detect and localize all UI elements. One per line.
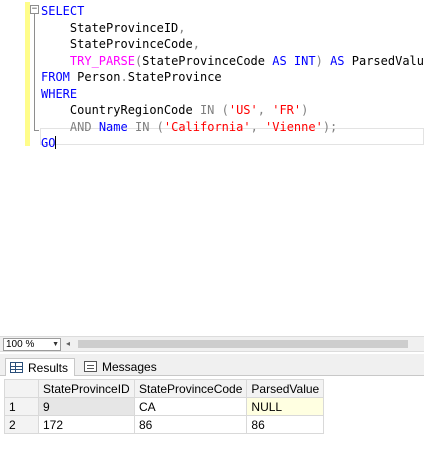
code-token: StateProvinceID	[41, 20, 179, 35]
zoom-value: 100 %	[6, 339, 35, 350]
code-token: AS	[330, 53, 345, 68]
code-token: WHERE	[41, 86, 78, 101]
grid-cell[interactable]: NULL	[246, 397, 325, 416]
code-token: FROM	[41, 70, 70, 84]
code-token: Person	[69, 70, 121, 84]
code-token: ,	[250, 119, 266, 134]
messages-icon	[84, 361, 97, 372]
outline-line	[34, 14, 35, 130]
column-header[interactable]: StateProvinceID	[38, 379, 135, 398]
text-caret	[55, 136, 57, 149]
code-line[interactable]: GO	[41, 135, 424, 152]
code-token: 'Vienne'	[265, 119, 323, 134]
code-token: )	[315, 53, 323, 68]
grid-cell[interactable]: 172	[38, 415, 135, 434]
query-editor[interactable]: − SELECT StateProvinceID, StateProvinceC…	[0, 0, 424, 336]
code-line[interactable]: StateProvinceID,	[41, 20, 424, 37]
code-token: TRY_PARSE	[69, 53, 135, 68]
code-token: AS	[272, 53, 287, 68]
results-grid[interactable]: StateProvinceID StateProvinceCode Parsed…	[4, 379, 325, 434]
collapse-icon[interactable]: −	[30, 5, 39, 14]
code-token: IN	[199, 103, 215, 117]
results-pane: Results Messages StateProvinceID StatePr…	[0, 352, 424, 457]
grid-icon	[10, 362, 23, 373]
scrollbar-thumb[interactable]	[78, 340, 408, 348]
code-token: ,	[257, 103, 273, 117]
zoom-select[interactable]: 100 % ▼	[3, 338, 61, 351]
tab-results-label: Results	[28, 361, 69, 375]
code-token: INT	[293, 53, 316, 68]
change-tracking-bar	[25, 2, 30, 146]
horizontal-scrollbar[interactable]: ◂	[66, 339, 422, 349]
code-token: StateProvinceCode	[41, 37, 193, 51]
code-token: 'US'	[228, 103, 258, 117]
table-row: 2 172 86 86	[4, 415, 325, 434]
column-header[interactable]: StateProvinceCode	[133, 379, 248, 398]
grid-cell[interactable]: 86	[246, 415, 325, 434]
code-token: GO	[41, 136, 56, 150]
row-number[interactable]: 2	[4, 415, 39, 434]
code-token: SELECT	[41, 4, 85, 18]
code-token: ParsedValue	[344, 53, 424, 68]
code-token: 'California'	[163, 119, 251, 134]
code-line[interactable]: FROM Person.StateProvince	[41, 69, 424, 86]
sql-code[interactable]: SELECT StateProvinceID, StateProvinceCod…	[41, 3, 424, 152]
outline-tick	[34, 130, 39, 131]
tab-messages-label: Messages	[102, 360, 157, 374]
editor-gutter	[0, 0, 25, 336]
table-row: 1 9 CA NULL	[4, 397, 325, 416]
code-token: 'FR'	[272, 103, 302, 117]
zoom-bar: 100 % ▼ ◂	[0, 336, 424, 352]
code-token: Name	[98, 119, 128, 134]
chevron-down-icon: ▼	[52, 341, 59, 348]
code-token: AND	[69, 119, 92, 134]
grid-cell[interactable]: 86	[133, 415, 248, 434]
code-line[interactable]: WHERE	[41, 86, 424, 103]
code-line[interactable]: StateProvinceCode,	[41, 36, 424, 53]
scroll-left-icon[interactable]: ◂	[66, 339, 70, 349]
code-token: CountryRegionCode	[41, 103, 200, 117]
code-token: )	[301, 103, 309, 117]
code-line[interactable]: AND Name IN ('California', 'Vienne');	[41, 119, 424, 136]
grid-header-row: StateProvinceID StateProvinceCode Parsed…	[4, 379, 325, 398]
code-token: ,	[178, 20, 186, 35]
code-token: StateProvinceCode	[142, 53, 273, 68]
code-token: StateProvince	[127, 70, 222, 84]
code-token: (	[149, 119, 164, 134]
code-token: ,	[192, 37, 200, 51]
results-tabbar: Results Messages	[0, 354, 424, 376]
grid-cell[interactable]: CA	[133, 397, 248, 416]
code-token: IN	[134, 119, 150, 134]
code-token: (	[214, 103, 229, 117]
code-token: );	[322, 119, 338, 134]
grid-corner[interactable]	[4, 379, 39, 398]
tab-messages[interactable]: Messages	[80, 358, 157, 376]
tab-results[interactable]: Results	[5, 358, 75, 376]
row-number[interactable]: 1	[4, 397, 39, 416]
code-line[interactable]: SELECT	[41, 3, 424, 20]
code-line[interactable]: CountryRegionCode IN ('US', 'FR')	[41, 102, 424, 119]
grid-cell[interactable]: 9	[38, 397, 135, 416]
column-header[interactable]: ParsedValue	[246, 379, 325, 398]
code-token: .	[120, 70, 128, 84]
code-line[interactable]: TRY_PARSE(StateProvinceCode AS INT) AS P…	[41, 53, 424, 70]
